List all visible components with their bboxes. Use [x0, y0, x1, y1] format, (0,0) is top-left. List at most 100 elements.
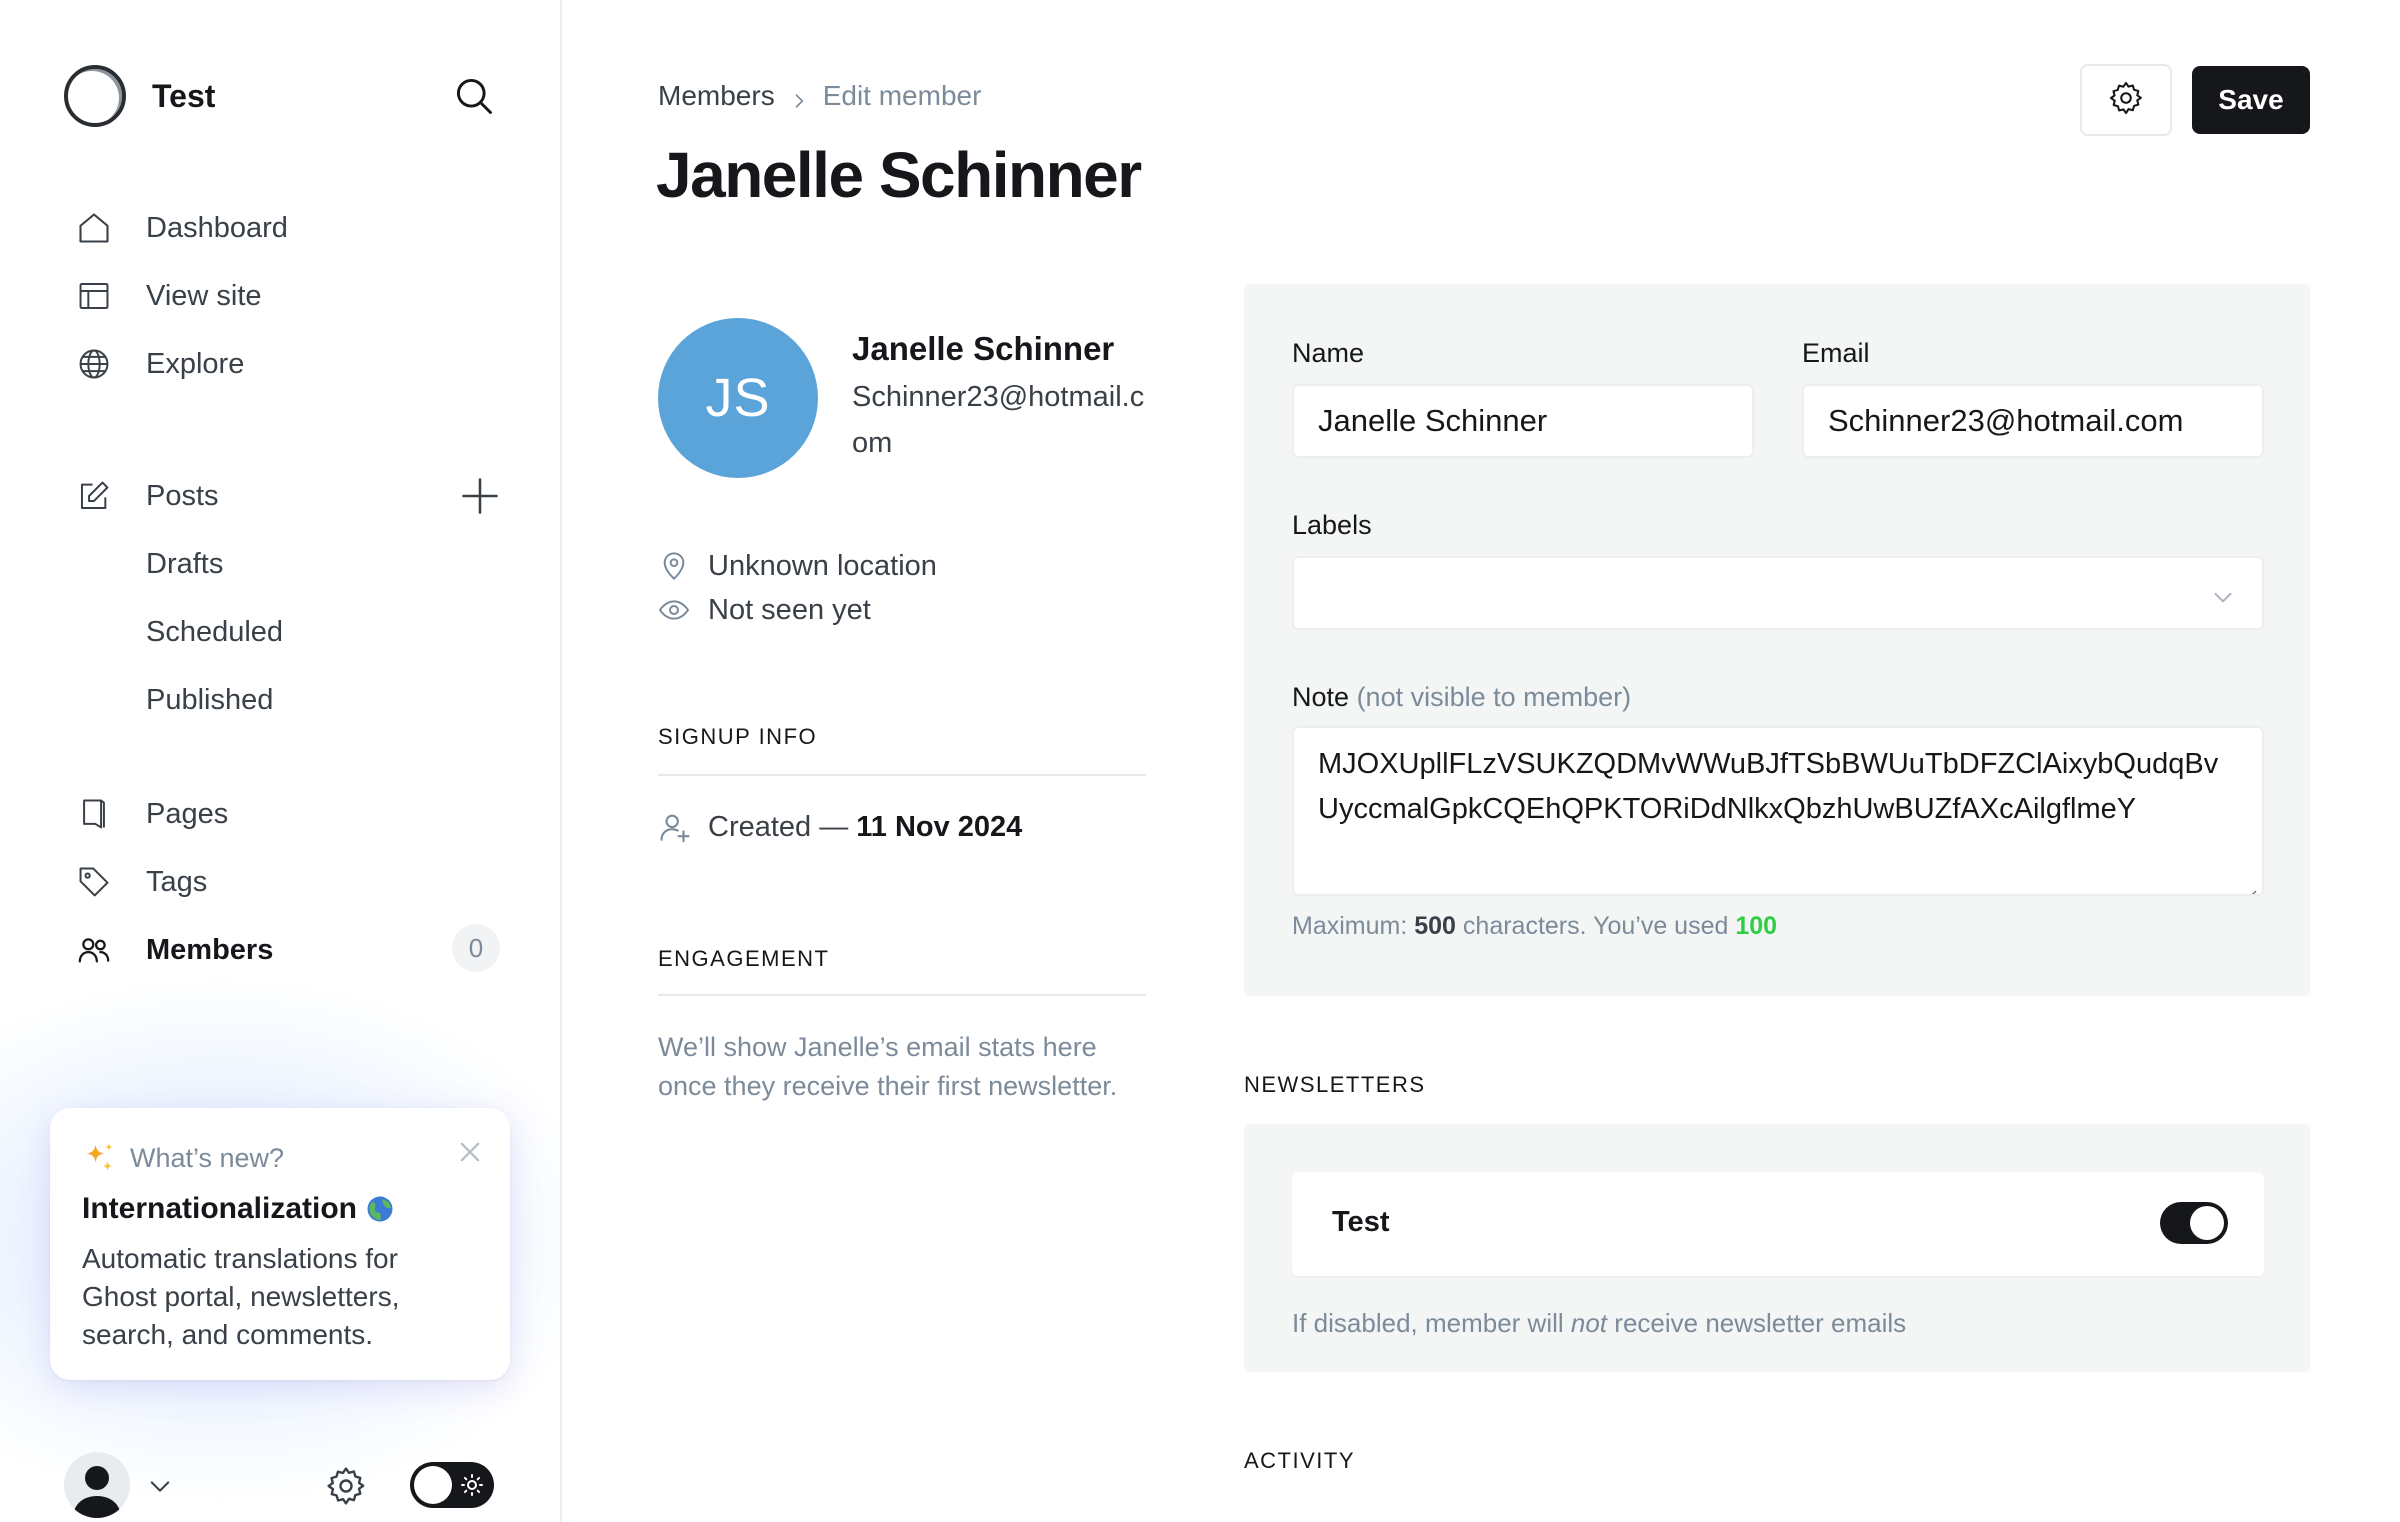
newsletters-heading: NEWSLETTERS: [1244, 1072, 1426, 1097]
chevron-down-icon: [2210, 582, 2236, 608]
note-label: Note (not visible to member): [1292, 682, 1631, 713]
save-button[interactable]: Save: [2192, 66, 2310, 134]
breadcrumb: Members Edit member: [658, 80, 981, 112]
member-last-seen-text: Not seen yet: [708, 593, 871, 626]
nav-members-label: Members: [146, 933, 274, 966]
globe-emoji-icon: [365, 1194, 395, 1224]
divider: [658, 774, 1146, 776]
nav-published[interactable]: Published: [74, 670, 514, 730]
layout-icon: [74, 276, 114, 316]
nav-pages[interactable]: Pages: [74, 784, 514, 844]
hint-max: 500: [1414, 912, 1456, 940]
user-avatar-icon[interactable]: [64, 1452, 130, 1518]
whats-new-heading: What’s new?: [130, 1142, 285, 1173]
name-label: Name: [1292, 338, 1365, 368]
page-icon: [74, 794, 114, 834]
brand[interactable]: Test: [64, 64, 215, 128]
labels-select[interactable]: [1292, 556, 2264, 630]
newsletter-row: Test: [1292, 1172, 2264, 1276]
resize-grip-icon[interactable]: [2240, 872, 2258, 894]
theme-toggle[interactable]: [410, 1462, 494, 1508]
member-location-text: Unknown location: [708, 549, 937, 582]
nav-view-site-label: View site: [146, 279, 262, 312]
nav-tags-label: Tags: [146, 865, 208, 898]
globe-icon: [74, 344, 114, 384]
nl-hint-prefix: If disabled, member will: [1292, 1308, 1564, 1338]
members-count-badge: 0: [452, 924, 500, 972]
note-label-text: Note: [1292, 682, 1350, 712]
note-textarea[interactable]: MJOXUpllFLzVSUKZQDMvWWuBJfTSbBWUuTbDFZCl…: [1292, 726, 2264, 896]
nav-explore[interactable]: Explore: [74, 334, 514, 394]
created-label: Created —: [708, 810, 849, 843]
member-last-seen: Not seen yet: [658, 590, 871, 630]
nav-pages-label: Pages: [146, 797, 229, 830]
sun-icon: [460, 1473, 484, 1497]
location-pin-icon: [658, 550, 690, 582]
close-icon[interactable]: [456, 1138, 484, 1166]
nl-hint-suffix: receive newsletter emails: [1614, 1308, 1907, 1338]
nav-drafts-label: Drafts: [146, 547, 224, 580]
brand-name: Test: [152, 77, 216, 114]
user-plus-icon: [658, 810, 692, 844]
nav-view-site[interactable]: View site: [74, 266, 514, 326]
hint-middle: characters. You’ve used: [1462, 912, 1729, 940]
whats-new-body: Automatic translations for Ghost portal,…: [82, 1243, 400, 1350]
hint-prefix: Maximum:: [1292, 912, 1408, 940]
nav-dashboard-label: Dashboard: [146, 211, 288, 244]
plus-icon[interactable]: [458, 474, 502, 518]
newsletter-hint: If disabled, member will not receive new…: [1292, 1308, 1906, 1339]
note-sublabel: (not visible to member): [1356, 682, 1632, 712]
newsletters-card: Test If disabled, member will not receiv…: [1244, 1124, 2310, 1372]
member-details-card: Name Janelle Schinner Email Schinner23@h…: [1244, 284, 2310, 996]
theme-toggle-knob: [414, 1466, 452, 1504]
sidebar: Test Dashboard View site Explore Posts D…: [0, 0, 562, 1522]
eye-icon: [658, 594, 690, 626]
nav-posts[interactable]: Posts: [74, 466, 514, 526]
signup-info-heading: SIGNUP INFO: [658, 724, 818, 749]
divider: [658, 994, 1146, 996]
nav-explore-label: Explore: [146, 347, 245, 380]
tag-icon: [74, 862, 114, 902]
engagement-text: We’ll show Janelle’s email stats here on…: [658, 1032, 1118, 1101]
members-icon: [74, 930, 114, 970]
breadcrumb-members-link[interactable]: Members: [658, 80, 775, 112]
hint-used: 100: [1735, 912, 1778, 940]
member-settings-button[interactable]: [2080, 64, 2172, 136]
page-title: Janelle Schinner: [656, 139, 1142, 211]
nav-tags[interactable]: Tags: [74, 852, 514, 912]
home-icon: [74, 208, 114, 248]
newsletter-subscription-toggle[interactable]: [2160, 1202, 2228, 1244]
member-created: Created — 11 Nov 2024: [658, 810, 1022, 844]
chevron-down-icon[interactable]: [146, 1472, 174, 1500]
whats-new-title: Internationalization: [82, 1192, 358, 1225]
member-name: Janelle Schinner: [852, 330, 1115, 367]
chevron-right-icon: [789, 86, 809, 108]
name-input[interactable]: Janelle Schinner: [1292, 384, 1754, 458]
search-icon[interactable]: [452, 74, 496, 118]
nav-posts-label: Posts: [146, 479, 219, 512]
whats-new-card[interactable]: What’s new? Internationalization Automat…: [50, 1108, 510, 1380]
email-label: Email: [1802, 338, 1870, 368]
nav-scheduled-label: Scheduled: [146, 615, 284, 648]
email-input[interactable]: Schinner23@hotmail.com: [1802, 384, 2264, 458]
breadcrumb-current: Edit member: [822, 80, 982, 111]
nav-scheduled[interactable]: Scheduled: [74, 602, 514, 662]
created-date: 11 Nov 2024: [856, 810, 1023, 843]
sparkle-icon: [82, 1140, 118, 1176]
member-avatar: JS: [658, 318, 818, 478]
note-value: MJOXUpllFLzVSUKZQDMvWWuBJfTSbBWUuTbDFZCl…: [1318, 748, 2219, 825]
nav-members[interactable]: Members: [74, 920, 514, 980]
edit-icon: [74, 476, 114, 516]
ghost-logo-icon: [64, 65, 126, 127]
nav-drafts[interactable]: Drafts: [74, 534, 514, 594]
activity-heading: ACTIVITY: [1244, 1448, 1356, 1473]
nav-dashboard[interactable]: Dashboard: [74, 198, 514, 258]
labels-label: Labels: [1292, 510, 1372, 540]
newsletter-name: Test: [1332, 1206, 1390, 1238]
gear-icon: [2107, 79, 2145, 122]
engagement-heading: ENGAGEMENT: [658, 946, 830, 971]
nav-published-label: Published: [146, 683, 274, 716]
nl-hint-em: not: [1570, 1308, 1608, 1338]
gear-icon[interactable]: [324, 1464, 368, 1508]
member-location: Unknown location: [658, 546, 937, 586]
